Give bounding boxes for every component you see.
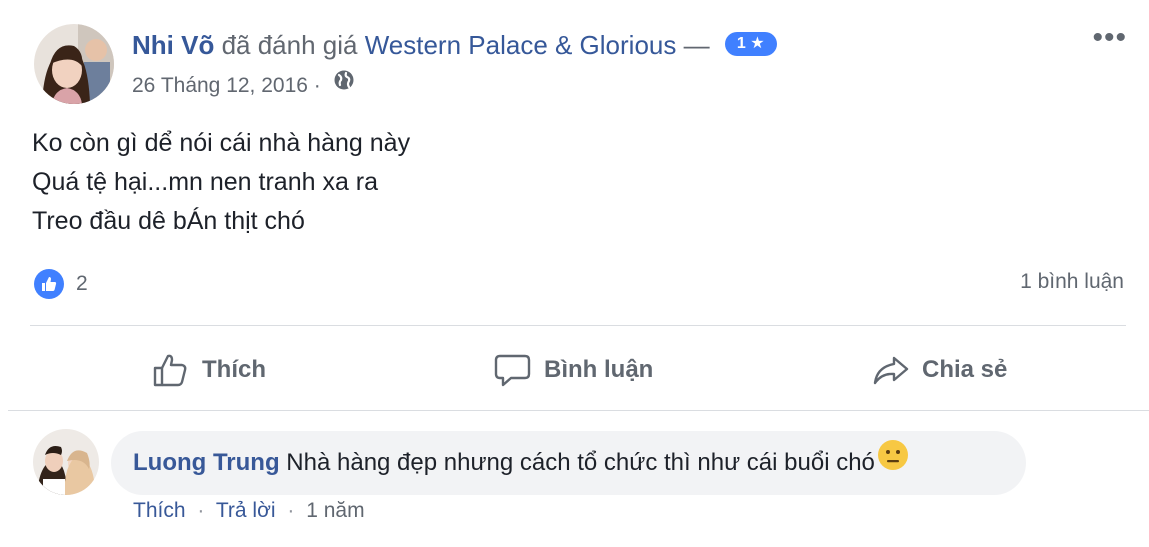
- comment-section: Luong Trung Nhà hàng đẹp nhưng cách tổ c…: [0, 411, 1149, 547]
- comment-count-link[interactable]: 1 bình luận: [1020, 270, 1124, 294]
- post-header: Nhi Võ đã đánh giá Western Palace & Glor…: [132, 28, 777, 62]
- reaction-summary[interactable]: 2: [34, 268, 88, 300]
- meta-separator: ·: [313, 74, 321, 97]
- like-button-label: Thích: [202, 356, 266, 383]
- post-body-line: Treo đầu dê bÁn thịt chó: [32, 207, 305, 235]
- dash-separator: —: [683, 30, 710, 60]
- comment-like-link[interactable]: Thích: [133, 499, 186, 522]
- share-arrow-icon: [873, 356, 909, 385]
- commenter-name-link[interactable]: Luong Trung: [133, 449, 280, 476]
- comment-action-separator: ·: [197, 499, 205, 522]
- comment-button[interactable]: Bình luận: [494, 345, 653, 395]
- like-button[interactable]: Thích: [152, 345, 266, 395]
- post-body-line: Ko còn gì dể nói cái nhà hàng này: [32, 129, 411, 157]
- comment-time-link[interactable]: 1 năm: [306, 499, 364, 522]
- comment-action-separator: ·: [287, 499, 295, 522]
- comment-reply-link[interactable]: Trả lời: [216, 499, 276, 522]
- action-text: đã đánh giá: [221, 30, 358, 60]
- page-name-link[interactable]: Western Palace & Glorious: [365, 30, 677, 60]
- comment-button-label: Bình luận: [544, 356, 654, 383]
- divider: [30, 325, 1126, 326]
- comment-bubble-icon: [494, 354, 531, 387]
- commenter-avatar[interactable]: [33, 429, 99, 495]
- post-date-link[interactable]: 26 Tháng 12, 2016: [132, 74, 308, 97]
- neutral-face-emoji-icon: [877, 439, 909, 482]
- more-options-icon[interactable]: •••: [1092, 23, 1127, 53]
- author-name-link[interactable]: Nhi Võ: [132, 30, 214, 60]
- comment-text: Nhà hàng đẹp nhưng cách tổ chức thì như …: [286, 449, 875, 476]
- comment-bubble: Luong Trung Nhà hàng đẹp nhưng cách tổ c…: [111, 431, 1026, 495]
- post-meta: 26 Tháng 12, 2016 ·: [132, 69, 355, 100]
- author-avatar[interactable]: [34, 24, 114, 104]
- like-reaction-icon: [34, 269, 64, 299]
- rating-badge: 1 ★: [724, 32, 777, 57]
- globe-icon[interactable]: [333, 69, 355, 99]
- share-button-label: Chia sẻ: [922, 356, 1008, 383]
- comment-actions: Thích · Trả lời · 1 năm: [133, 499, 365, 523]
- comment-content: Luong Trung Nhà hàng đẹp nhưng cách tổ c…: [133, 440, 909, 482]
- post-body-line: Quá tệ hại...mn nen tranh xa ra: [32, 168, 379, 196]
- thumbs-up-icon: [153, 354, 187, 387]
- post-body: Ko còn gì dể nói cái nhà hàng này Quá tệ…: [32, 124, 410, 241]
- share-button[interactable]: Chia sẻ: [872, 345, 1007, 395]
- like-count: 2: [76, 272, 88, 295]
- review-post: Nhi Võ đã đánh giá Western Palace & Glor…: [0, 0, 1149, 547]
